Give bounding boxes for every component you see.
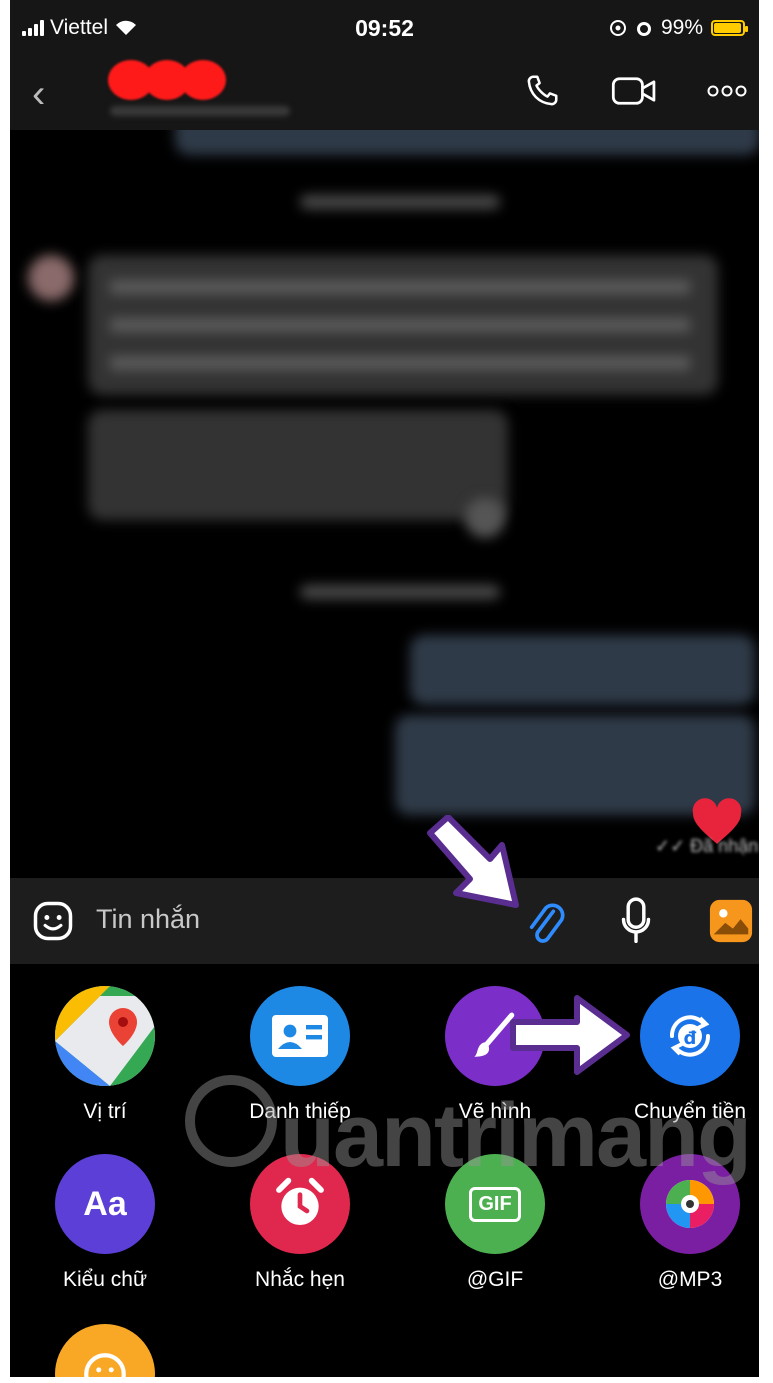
attachment-location[interactable]: Vị trí [15, 986, 195, 1124]
attachment-mp3[interactable]: @MP3 [600, 1154, 773, 1292]
rotation-lock-icon [609, 20, 626, 36]
app-frame: Viettel 09:52 99% ‹ ✓✓ Đã nhận Tin nhắn … [0, 0, 773, 1383]
annotation-arrow-down [427, 815, 519, 908]
font-style-icon: Aa [55, 1154, 155, 1254]
attachment-font-style[interactable]: Aa Kiểu chữ [15, 1154, 195, 1292]
status-right: 99% [609, 16, 748, 40]
message-input[interactable]: Tin nhắn [96, 904, 200, 935]
battery-icon [711, 20, 748, 36]
back-icon[interactable]: ‹ [32, 74, 45, 114]
gif-badge: GIF [469, 1186, 521, 1222]
music-disc-icon [640, 1154, 740, 1254]
attachment-sticker[interactable] [15, 1324, 195, 1383]
paperclip-icon[interactable] [525, 898, 565, 948]
chat-header: ‹ [10, 60, 759, 130]
battery-percent: 99% [660, 16, 703, 39]
microphone-icon[interactable] [620, 896, 652, 946]
more-options-icon[interactable] [707, 84, 747, 98]
photo-gallery-icon[interactable] [708, 898, 754, 944]
message-bubble-outgoing [410, 635, 755, 705]
alarm-clock-icon [250, 1154, 350, 1254]
message-bubble-outgoing-top [175, 130, 759, 155]
reaction-icon[interactable] [465, 498, 505, 538]
phone-icon[interactable] [523, 72, 561, 110]
video-call-icon[interactable] [611, 73, 657, 109]
attachment-reminder[interactable]: Nhắc hẹn [210, 1154, 390, 1292]
watermark-logo [185, 1075, 277, 1167]
date-divider [300, 585, 500, 599]
date-divider [300, 195, 500, 209]
alarm-icon [636, 22, 651, 36]
money-transfer-icon: đ [640, 986, 740, 1086]
attachment-label: @GIF [466, 1268, 524, 1291]
attachment-label: Vị trí [83, 1100, 127, 1123]
contact-status-redacted [110, 106, 290, 116]
message-bubble-incoming [88, 410, 508, 520]
message-list[interactable]: ✓✓ Đã nhận [10, 130, 759, 878]
sticker-emoji-icon[interactable] [32, 900, 74, 942]
attachment-label: Kiểu chữ [62, 1268, 148, 1291]
attachment-label: @MP3 [657, 1268, 723, 1291]
annotation-arrow-right [510, 995, 630, 1075]
svg-text:đ: đ [684, 1028, 697, 1049]
map-pin-icon [55, 986, 155, 1086]
status-bar: Viettel 09:52 99% [10, 0, 759, 60]
seen-status: ✓✓ Đã nhận [655, 836, 759, 856]
attachment-panel: Vị trí Danh thiếp Vẽ hình đ Chuyển tiền … [10, 964, 759, 1383]
attachment-gif[interactable]: GIF @GIF [405, 1154, 585, 1292]
message-text-blurred [110, 280, 690, 370]
message-input-bar: Tin nhắn [10, 878, 759, 964]
attachment-label: Vẽ hình [458, 1100, 532, 1123]
avatar[interactable] [28, 255, 74, 301]
header-actions [523, 72, 747, 110]
contact-card-icon [250, 986, 350, 1086]
attachment-label: Nhắc hẹn [255, 1268, 345, 1291]
gif-icon: GIF [445, 1154, 545, 1254]
attachment-label: Chuyển tiền [633, 1100, 747, 1123]
contact-name-redacted[interactable] [108, 60, 226, 100]
font-style-glyph: Aa [83, 1184, 127, 1223]
sticker-icon [55, 1324, 155, 1383]
